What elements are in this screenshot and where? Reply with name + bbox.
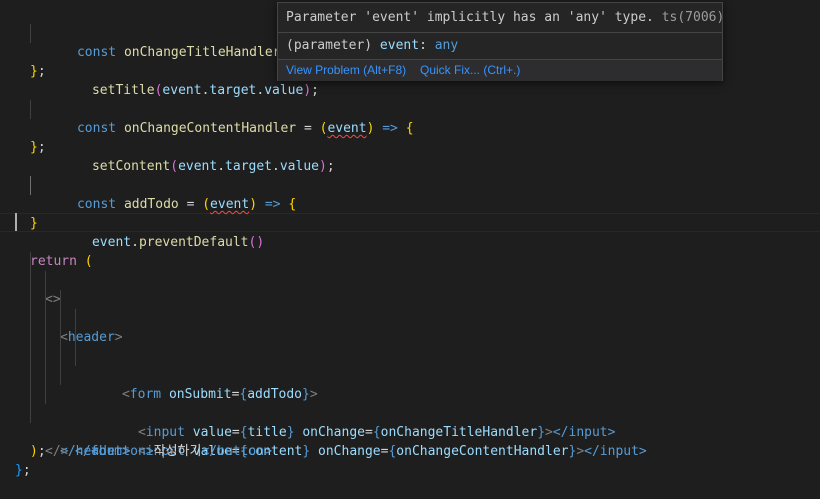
indent-guide xyxy=(45,309,46,328)
indent-guide xyxy=(45,271,46,290)
indent-guide xyxy=(60,290,61,309)
indent-guide xyxy=(30,366,31,385)
indent-guide xyxy=(30,252,31,271)
code-line-7[interactable]: }; xyxy=(0,119,820,155)
code-line-6[interactable]: setContent(event.target.value); xyxy=(0,100,820,174)
code-line-16[interactable]: <form onSubmit={addTodo}> xyxy=(0,290,820,402)
indent-guide xyxy=(75,309,76,328)
code-line-20[interactable]: </form> xyxy=(0,366,820,459)
code-line-9[interactable]: const addTodo = (event) => { xyxy=(0,157,820,212)
indent-guide xyxy=(45,347,46,366)
semicolon: ; xyxy=(37,140,46,155)
code-line-19[interactable]: <button>작성하기</button> xyxy=(0,347,820,459)
indent-guide xyxy=(30,328,31,347)
hover-signature: (parameter) event: any xyxy=(286,37,458,55)
code-line-23[interactable]: ); xyxy=(0,423,820,459)
indent-guide xyxy=(75,347,76,366)
indent-guide xyxy=(45,385,46,404)
hover-actions-bar: View Problem (Alt+F8) Quick Fix... (Ctrl… xyxy=(278,60,722,81)
indent-guide xyxy=(60,347,61,366)
code-line-24[interactable]: }; xyxy=(0,442,820,478)
code-line-22[interactable]: </> xyxy=(0,404,820,459)
code-editor[interactable]: const onChangeTitleHandler = (ev setTitl… xyxy=(0,0,820,478)
indent-guide xyxy=(30,100,31,119)
code-line-21[interactable]: </header> xyxy=(0,385,820,459)
indent-guide xyxy=(30,309,31,328)
indent-guide xyxy=(60,366,61,385)
signature-name: event xyxy=(379,38,420,53)
code-line-17[interactable]: <input value={title} onChange={onChangeT… xyxy=(0,309,820,440)
code-line-18[interactable]: <input value={content} onChange={onChang… xyxy=(0,328,820,459)
error-code: ts(7006) xyxy=(661,10,725,25)
indent-guide xyxy=(30,347,31,366)
hover-message-row: Parameter 'event' implicitly has an 'any… xyxy=(286,9,724,27)
brace: } xyxy=(30,216,38,231)
hover-tooltip: Parameter 'event' implicitly has an 'any… xyxy=(277,2,724,81)
indent-guide xyxy=(45,290,46,309)
indent-guide xyxy=(30,24,31,43)
indent-guide xyxy=(30,290,31,309)
code-line-13[interactable]: return ( xyxy=(0,233,820,269)
signature-type: any xyxy=(434,38,459,53)
brace: } xyxy=(15,463,23,478)
indent-guide xyxy=(45,328,46,347)
signature-colon: : xyxy=(419,38,427,53)
code-line-10[interactable]: event.preventDefault() xyxy=(0,176,820,250)
code-line-5[interactable]: const onChangeContentHandler = (event) =… xyxy=(0,81,820,136)
semicolon: ; xyxy=(37,64,46,79)
brace: } xyxy=(30,140,38,155)
semicolon: ; xyxy=(22,463,31,478)
code-line-11[interactable]: } xyxy=(0,195,820,231)
code-line-14[interactable]: <> xyxy=(0,252,820,307)
view-problem-link[interactable]: View Problem (Alt+F8) xyxy=(286,60,406,81)
divider xyxy=(278,32,722,33)
indent-guide xyxy=(60,328,61,347)
error-message: Parameter 'event' implicitly has an 'any… xyxy=(286,10,654,25)
indent-guide xyxy=(60,309,61,328)
quick-fix-link[interactable]: Quick Fix... (Ctrl+.) xyxy=(420,60,520,81)
indent-guide xyxy=(30,385,31,404)
indent-guide xyxy=(75,328,76,347)
indent-guide xyxy=(30,271,31,290)
indent-guide xyxy=(30,404,31,423)
signature-kind: (parameter) xyxy=(286,38,373,53)
indent-guide xyxy=(30,176,31,195)
indent-guide xyxy=(45,366,46,385)
brace: } xyxy=(30,64,38,79)
code-line-15[interactable]: <header> xyxy=(0,271,820,345)
